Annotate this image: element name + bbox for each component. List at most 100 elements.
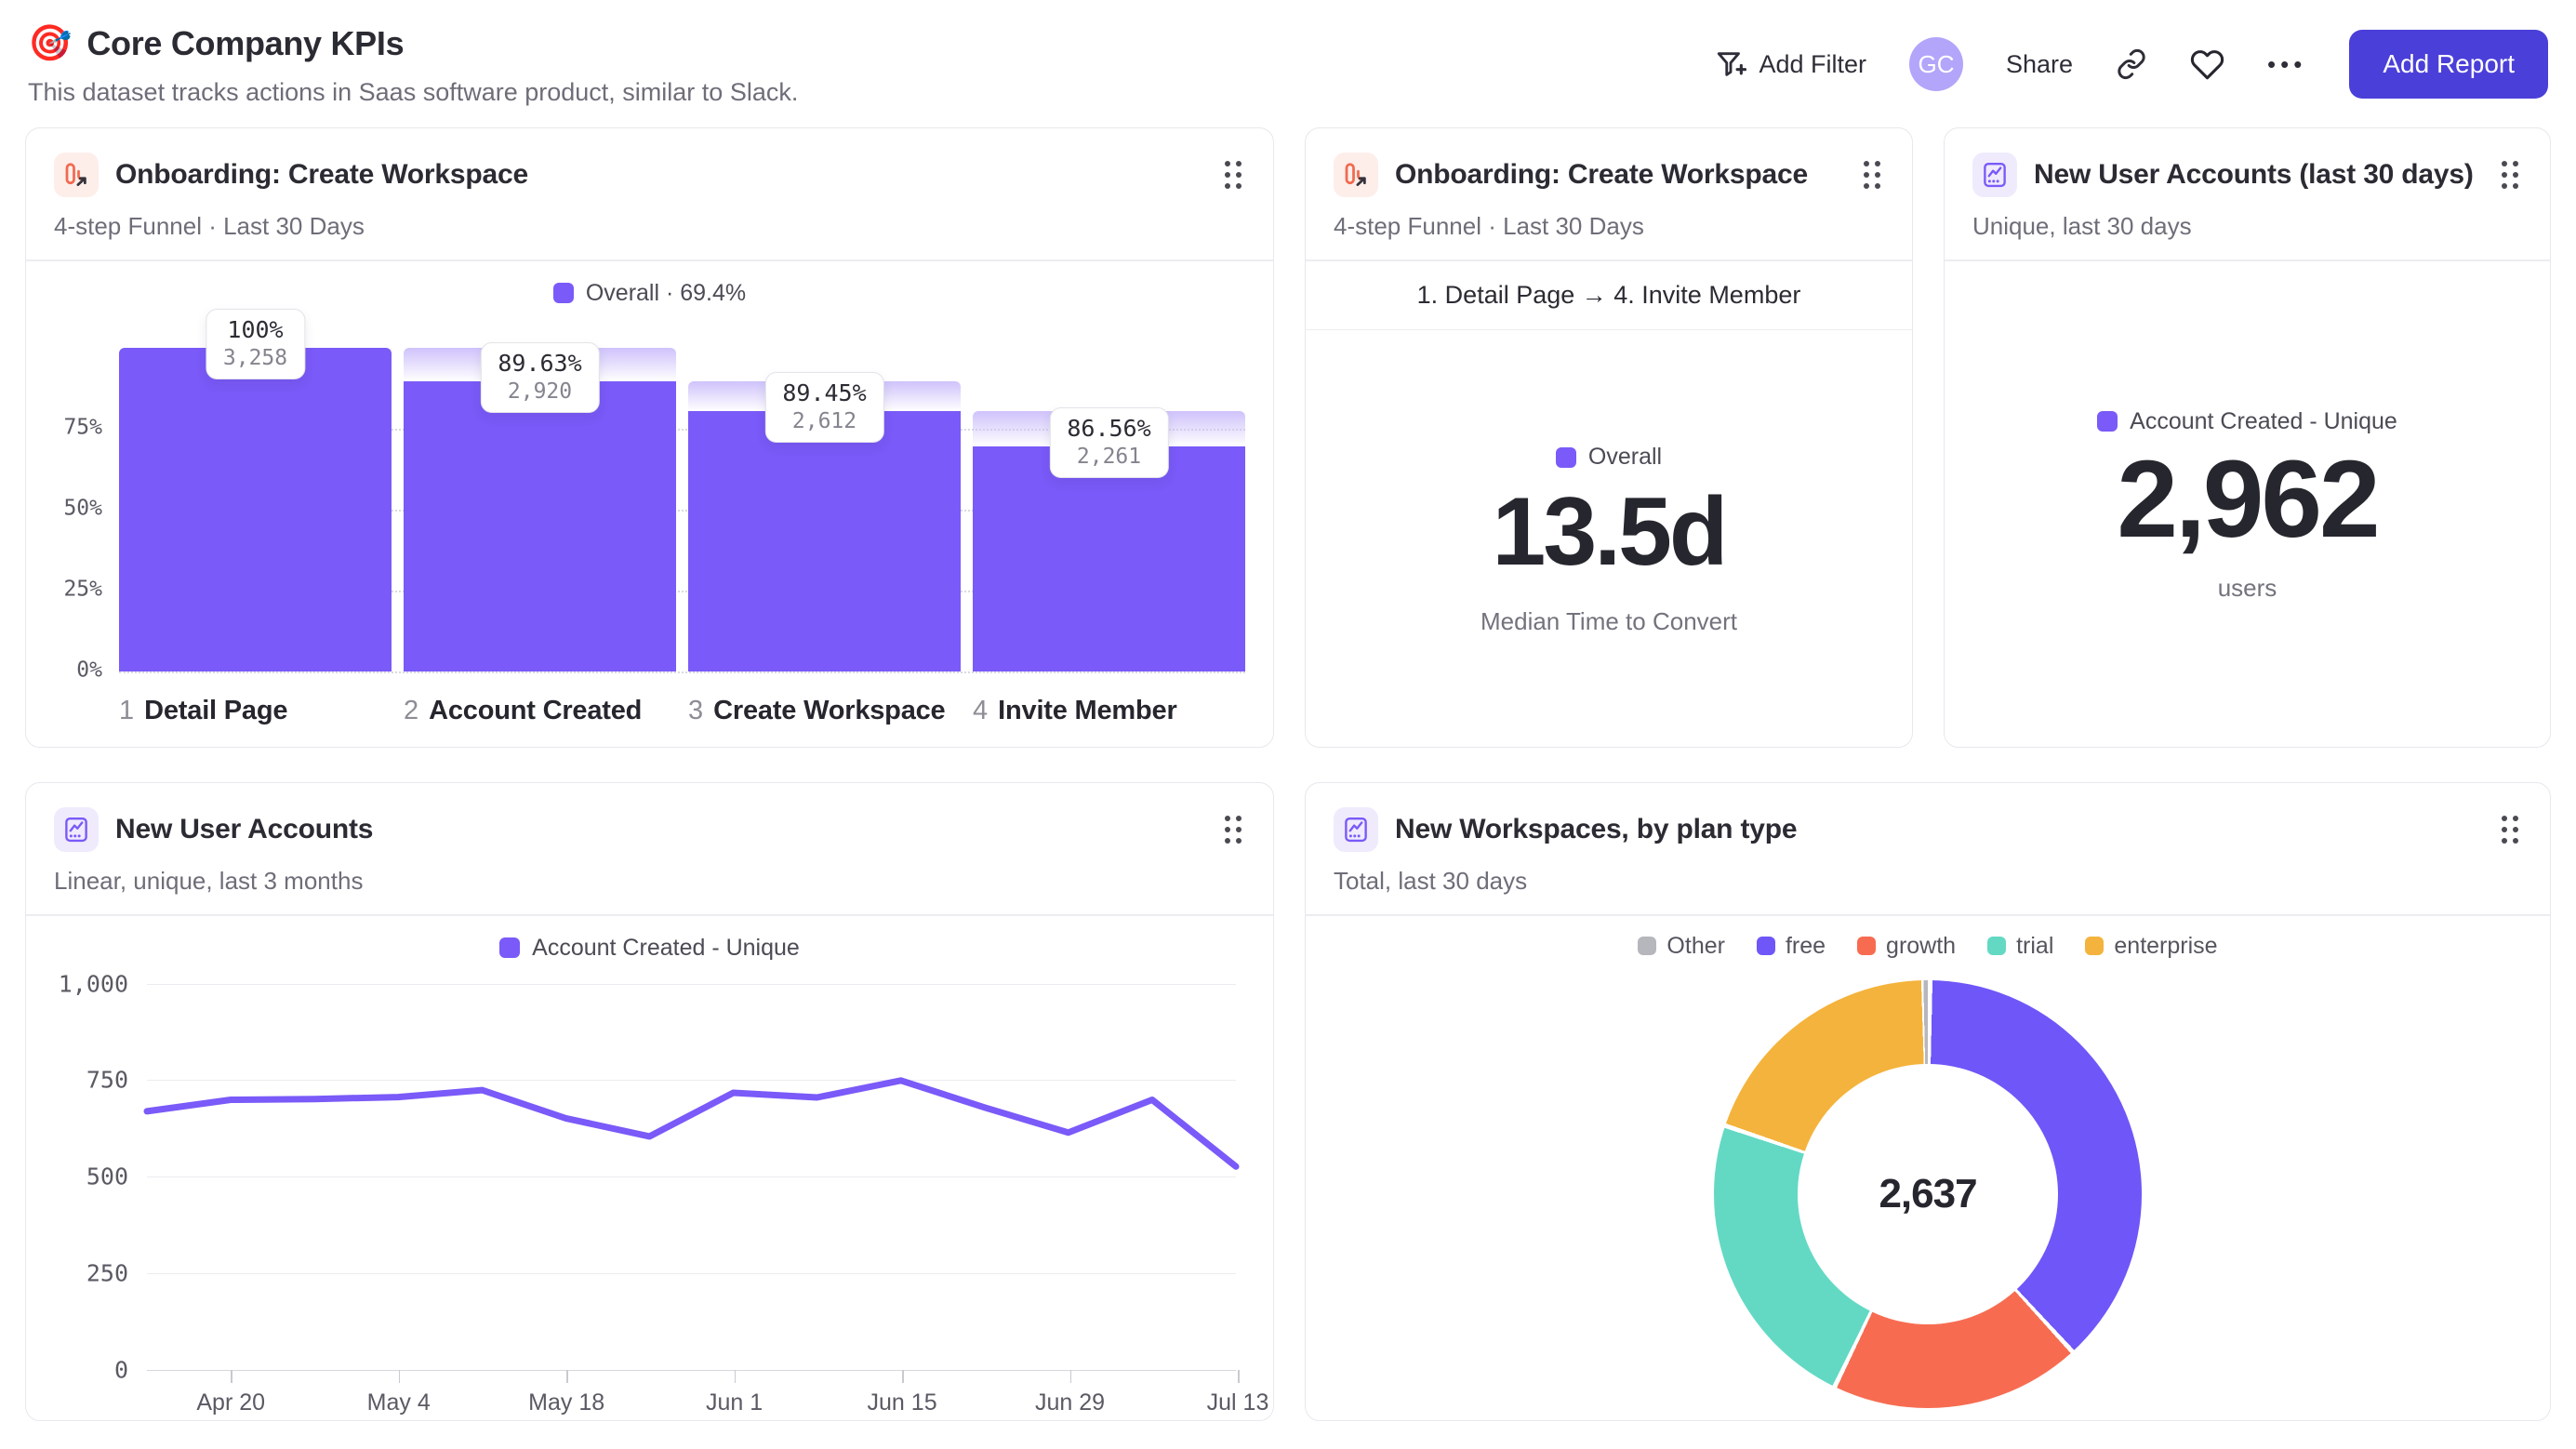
page-subtitle: This dataset tracks actions in Saas soft… xyxy=(28,78,799,106)
funnel-bars: 100% 3,258 89.63% 2,920 89.45% 2,612 86.56% 2,2… xyxy=(119,308,1245,671)
funnel-bar-solid xyxy=(973,446,1245,671)
filter-plus-icon xyxy=(1718,52,1747,76)
funnel-tooltip: 86.56% 2,261 xyxy=(1049,406,1169,478)
drag-handle-icon[interactable] xyxy=(2496,810,2524,849)
funnel-bar[interactable]: 89.45% 2,612 xyxy=(688,348,961,671)
legend-swatch xyxy=(2085,937,2105,955)
step-name: Detail Page xyxy=(144,695,288,725)
dashboard-grid: Onboarding: Create Workspace 4-step Funn… xyxy=(0,127,2576,1421)
funnel-bar-solid xyxy=(688,411,961,671)
link-icon xyxy=(2118,48,2145,80)
line-series[interactable] xyxy=(143,984,1240,1370)
share-button[interactable]: Share xyxy=(2006,50,2073,79)
donut-legend-item[interactable]: trial xyxy=(1987,933,2053,960)
funnel-bar-solid xyxy=(404,380,676,671)
avatar[interactable]: GC xyxy=(1908,37,1963,91)
card-subtitle: Total, last 30 days xyxy=(1334,867,1528,895)
card-median-time: Onboarding: Create Workspace 4-step Funn… xyxy=(1305,127,1913,748)
funnel-range-label: 1. Detail Page → 4. Invite Member xyxy=(1416,280,1801,309)
funnel-bar[interactable]: 100% 3,258 xyxy=(119,308,392,671)
funnel-tooltip-count: 2,261 xyxy=(1076,444,1142,469)
line-x-tick xyxy=(566,1369,568,1383)
line-y-tick-label: 250 xyxy=(86,1259,128,1287)
line-chart-icon xyxy=(54,807,99,852)
line-y-tick-label: 1,000 xyxy=(58,970,128,997)
legend-swatch xyxy=(552,283,574,303)
step-name: Create Workspace xyxy=(713,695,946,725)
step-number: 1 xyxy=(119,695,135,725)
legend-swatch xyxy=(1756,937,1775,955)
card-header: New User Accounts (last 30 days) Unique,… xyxy=(1945,128,2550,259)
donut-legend-item[interactable]: free xyxy=(1756,933,1826,960)
line-chart-plot[interactable]: 1,000 750 500 250 0 Apr 20 May 4 May 18 Jun 1 Jun… xyxy=(59,970,1269,1416)
funnel-step-label: 4 Invite Member xyxy=(973,696,1245,726)
card-subtitle: 4-step Funnel · Last 30 Days xyxy=(1334,212,1644,240)
more-options-button[interactable]: ••• xyxy=(2267,50,2306,79)
legend-label: enterprise xyxy=(2114,932,2218,959)
legend-swatch xyxy=(1638,937,1657,955)
donut-chart[interactable]: 2,637 xyxy=(1714,979,2142,1408)
divider xyxy=(26,259,1273,261)
step-name: Invite Member xyxy=(998,695,1177,725)
copy-link-button[interactable] xyxy=(2116,48,2147,80)
target-emoji-icon: 🎯 xyxy=(28,24,73,63)
drag-handle-icon[interactable] xyxy=(1219,155,1247,194)
donut-legend-item[interactable]: Other xyxy=(1638,933,1725,960)
add-report-button[interactable]: Add Report xyxy=(2349,30,2548,99)
funnel-step-labels: 1 Detail Page 2 Account Created 3 Create Work… xyxy=(119,696,1245,726)
donut-legend-item[interactable]: growth xyxy=(1857,933,1956,960)
drag-handle-icon[interactable] xyxy=(2496,155,2524,194)
card-header: Onboarding: Create Workspace 4-step Funn… xyxy=(26,128,1273,259)
line-x-tick-label: Apr 20 xyxy=(196,1389,266,1416)
metric-legend: Overall xyxy=(1555,444,1663,471)
divider xyxy=(1306,914,2550,916)
card-title: New User Accounts (last 30 days) xyxy=(2034,159,2474,190)
funnel-step-label: 3 Create Workspace xyxy=(688,696,961,726)
funnel-step-label: 1 Detail Page xyxy=(119,696,392,726)
drag-handle-icon[interactable] xyxy=(1858,155,1886,194)
line-chart-icon xyxy=(1972,153,2017,197)
favorite-button[interactable] xyxy=(2190,47,2224,82)
card-title: New User Accounts xyxy=(115,814,374,844)
line-legend: Account Created - Unique xyxy=(26,935,1273,962)
funnel-tooltip: 89.45% 2,612 xyxy=(764,372,884,444)
legend-swatch xyxy=(1987,937,2007,955)
funnel-chart-icon xyxy=(54,153,99,197)
card-new-user-accounts-trend: New User Accounts Linear, unique, last 3… xyxy=(25,782,1274,1421)
card-onboarding-funnel: Onboarding: Create Workspace 4-step Funn… xyxy=(25,127,1274,748)
funnel-tooltip-pct: 89.63% xyxy=(498,349,582,377)
card-subtitle: Linear, unique, last 3 months xyxy=(54,867,364,895)
card-new-user-accounts-30d: New User Accounts (last 30 days) Unique,… xyxy=(1944,127,2551,748)
legend-label: Overall xyxy=(1587,444,1663,470)
share-label: Share xyxy=(2005,49,2074,78)
card-workspaces-by-plan: New Workspaces, by plan type Total, last… xyxy=(1305,782,2551,1421)
line-y-tick-label: 750 xyxy=(86,1066,128,1094)
line-chart-icon xyxy=(1334,807,1378,852)
add-filter-label: Add Filter xyxy=(1759,49,1866,78)
new-users-value: 2,962 xyxy=(2117,437,2380,561)
funnel-bar[interactable]: 86.56% 2,261 xyxy=(973,348,1245,671)
header-left: 🎯 Core Company KPIs This dataset tracks … xyxy=(28,24,798,107)
funnel-tooltip-count: 2,612 xyxy=(791,409,857,434)
card-title: Onboarding: Create Workspace xyxy=(1395,159,1808,190)
title-row: 🎯 Core Company KPIs xyxy=(28,24,798,63)
funnel-y-tick-label: 25% xyxy=(63,577,102,602)
funnel-y-tick-label: 50% xyxy=(63,496,102,521)
funnel-tooltip-count: 2,920 xyxy=(507,379,573,404)
funnel-tooltip: 100% 3,258 xyxy=(205,308,306,379)
drag-handle-icon[interactable] xyxy=(1219,810,1247,849)
funnel-y-tick-label: 0% xyxy=(76,658,102,683)
step-number: 3 xyxy=(688,695,704,725)
funnel-bar[interactable]: 89.63% 2,920 xyxy=(404,341,676,671)
funnel-plot[interactable]: 75% 50% 25% 0% 100% 3,258 89.63% 2,920 89.45% 2,6… xyxy=(63,308,1245,682)
header-actions: Add Filter GC Share ••• Add Report xyxy=(1715,30,2548,99)
page-title: Core Company KPIs xyxy=(86,24,405,62)
card-header: New User Accounts Linear, unique, last 3… xyxy=(26,783,1273,914)
funnel-chart-icon xyxy=(1334,153,1378,197)
donut-legend-item[interactable]: enterprise xyxy=(2085,932,2218,960)
line-x-tick-label: May 4 xyxy=(366,1389,431,1416)
card-subtitle: Unique, last 30 days xyxy=(1972,212,2192,240)
funnel-legend: Overall · 69.4% xyxy=(26,280,1273,307)
line-gridline xyxy=(147,1369,1236,1371)
add-filter-button[interactable]: Add Filter xyxy=(1715,48,1866,80)
